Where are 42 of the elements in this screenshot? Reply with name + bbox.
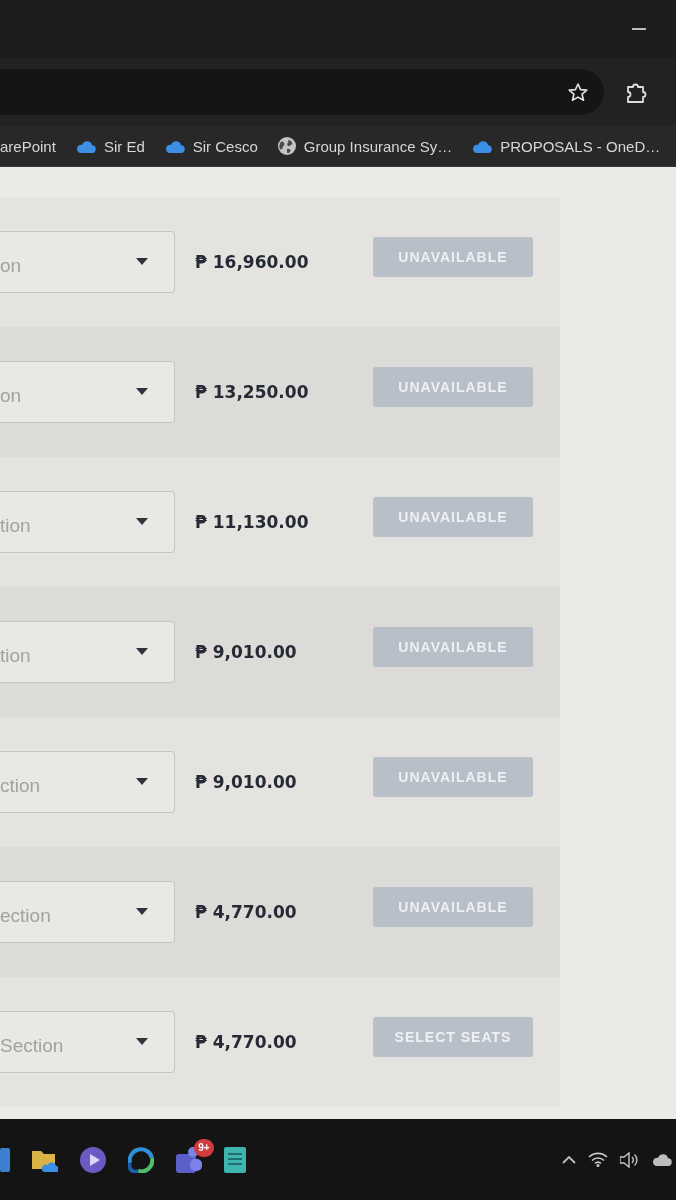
bookmark-link[interactable]: PROPOSALS - OneD…	[472, 137, 661, 155]
caret-icon	[136, 777, 148, 785]
cloud-icon	[472, 139, 493, 153]
bookmark-link[interactable]: Group Insurance Sy…	[277, 137, 453, 155]
globe-icon	[277, 137, 296, 155]
section-select[interactable]: tion	[0, 491, 175, 553]
notification-badge: 9+	[194, 1138, 214, 1157]
notepad-icon[interactable]	[224, 1146, 246, 1173]
section-select[interactable]: on	[0, 231, 175, 293]
swirl-icon[interactable]	[128, 1146, 154, 1173]
cloud-icon[interactable]	[652, 1153, 672, 1166]
cloud-icon	[164, 139, 185, 153]
section-select[interactable]: ction	[0, 751, 175, 813]
app-icon[interactable]	[0, 1147, 10, 1172]
star-icon[interactable]	[568, 82, 588, 102]
section-select[interactable]: on	[0, 361, 175, 423]
wifi-icon[interactable]	[588, 1152, 608, 1167]
caret-icon	[136, 1037, 148, 1045]
caret-icon	[136, 647, 148, 655]
caret-icon	[136, 387, 148, 395]
puzzle-icon[interactable]	[626, 81, 648, 103]
chevron-up-icon[interactable]	[562, 1155, 576, 1164]
caret-icon	[136, 257, 148, 265]
bookmark-link[interactable]: arePoint	[0, 137, 56, 155]
caret-icon	[136, 907, 148, 915]
section-select[interactable]: Section	[0, 1011, 175, 1073]
section-select[interactable]: ection	[0, 881, 175, 943]
price-text: ₱ 4,770.00	[195, 902, 298, 922]
bookmark-link[interactable]: Sir Ed	[75, 137, 145, 155]
price-text: ₱ 9,010.00	[195, 642, 298, 662]
price-text: ₱ 9,010.00	[195, 772, 298, 792]
volume-icon[interactable]	[620, 1151, 640, 1168]
minimize-icon	[632, 28, 646, 30]
price-text: ₱ 13,250.00	[195, 382, 310, 402]
bookmark-link[interactable]: Sir Cesco	[164, 137, 258, 155]
caret-icon	[136, 517, 148, 525]
cloud-icon	[75, 139, 96, 153]
price-text: ₱ 4,770.00	[195, 1032, 298, 1052]
play-icon[interactable]	[80, 1146, 106, 1173]
price-text: ₱ 16,960.00	[195, 252, 310, 272]
price-text: ₱ 11,130.00	[195, 512, 310, 532]
section-select[interactable]: tion	[0, 621, 175, 683]
